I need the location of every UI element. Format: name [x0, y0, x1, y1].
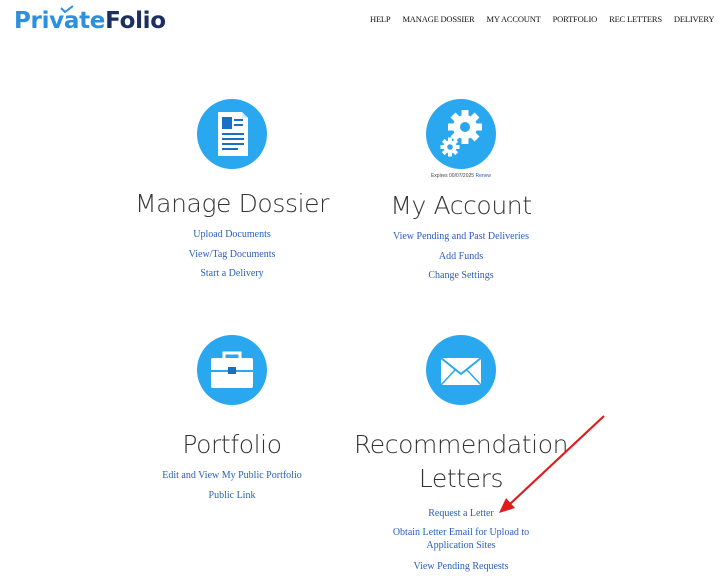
- renew-link[interactable]: Renew: [475, 173, 491, 179]
- tile-title-manage-dossier: Manage Dossier: [135, 189, 329, 218]
- document-icon[interactable]: [196, 98, 268, 170]
- tile-title-portfolio: Portfolio: [182, 430, 282, 459]
- tile-my-account: Expires 00/07/2025 Renew My Account View…: [351, 98, 571, 286]
- link-obtain-letter-email[interactable]: Obtain Letter Email for Upload to Applic…: [381, 526, 541, 552]
- privatefolio-logo[interactable]: PrivateFolio: [14, 5, 166, 36]
- tile-portfolio: Portfolio Edit and View My Public Portfo…: [122, 334, 342, 505]
- briefcase-icon[interactable]: [196, 334, 268, 406]
- link-change-settings[interactable]: Change Settings: [351, 266, 571, 286]
- top-navigation: HELP MANAGE DOSSIER MY ACCOUNT PORTFOLIO…: [370, 14, 720, 24]
- logo-text-folio: Folio: [105, 8, 166, 34]
- nav-my-account[interactable]: MY ACCOUNT: [487, 14, 541, 24]
- tile-title-letters: Letters: [418, 464, 504, 493]
- expiry-text: Expires 00/07/2025: [430, 173, 475, 179]
- subscription-expiry: Expires 00/07/2025 Renew: [351, 172, 571, 180]
- nav-help[interactable]: HELP: [370, 14, 391, 24]
- gear-icon[interactable]: [425, 98, 497, 170]
- link-edit-public-portfolio[interactable]: Edit and View My Public Portfolio: [122, 466, 342, 486]
- link-request-letter[interactable]: Request a Letter: [351, 504, 571, 524]
- nav-rec-letters[interactable]: REC LETTERS: [609, 14, 662, 24]
- link-add-funds[interactable]: Add Funds: [351, 247, 571, 267]
- link-view-deliveries[interactable]: View Pending and Past Deliveries: [351, 227, 571, 247]
- link-public-link[interactable]: Public Link: [122, 486, 342, 506]
- link-view-tag-documents[interactable]: View/Tag Documents: [122, 245, 342, 265]
- link-start-delivery[interactable]: Start a Delivery: [122, 264, 342, 284]
- nav-portfolio[interactable]: PORTFOLIO: [553, 14, 598, 24]
- tile-title-recommendation: Recommendation: [353, 430, 569, 459]
- nav-manage-dossier[interactable]: MANAGE DOSSIER: [402, 14, 474, 24]
- nav-delivery[interactable]: DELIVERY: [674, 14, 715, 24]
- tile-recommendation-letters: Recommendation Letters Request a Letter …: [351, 334, 571, 576]
- envelope-icon[interactable]: [425, 334, 497, 406]
- tile-title-my-account: My Account: [390, 191, 532, 220]
- logo-tick-icon: [60, 5, 74, 13]
- tile-manage-dossier: Manage Dossier Upload Documents View/Tag…: [122, 98, 342, 284]
- link-view-pending-requests[interactable]: View Pending Requests: [351, 557, 571, 577]
- link-upload-documents[interactable]: Upload Documents: [122, 225, 342, 245]
